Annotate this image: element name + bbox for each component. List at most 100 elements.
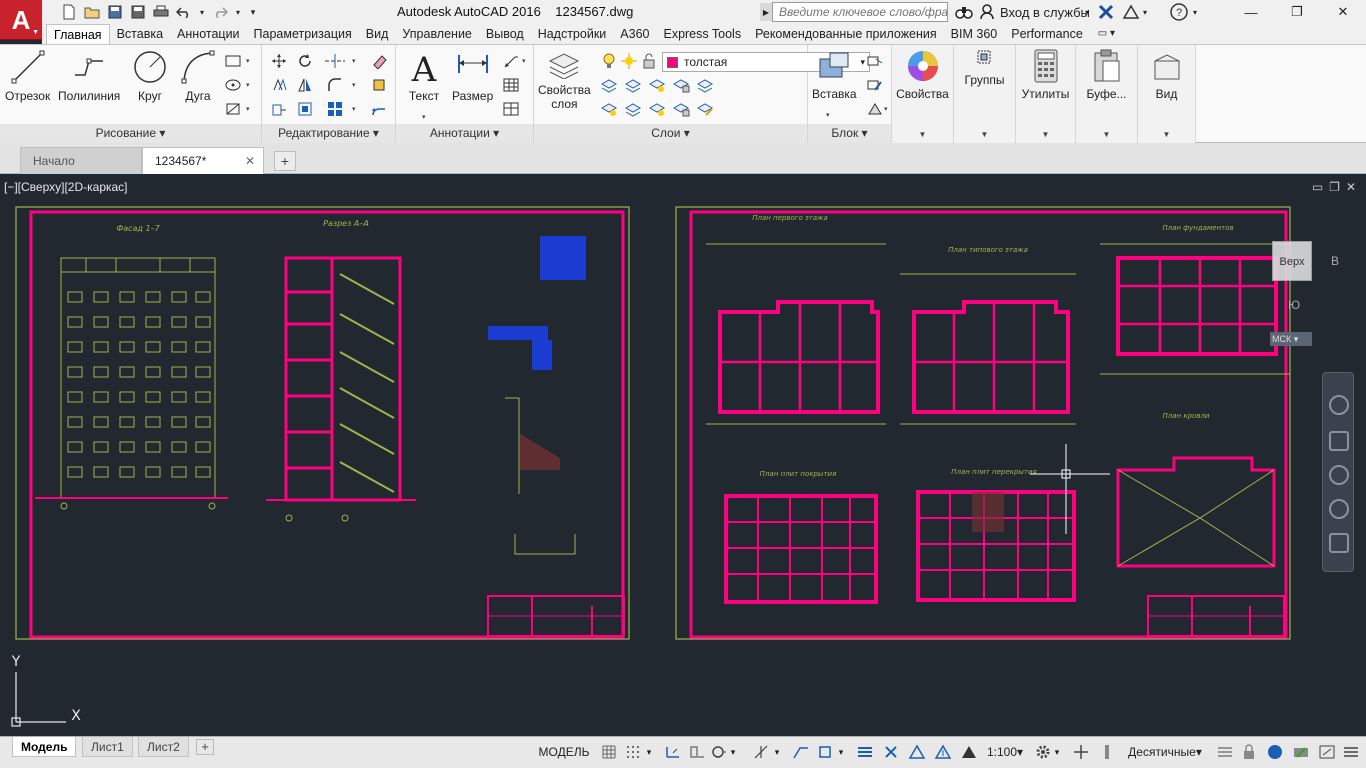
undo-dropdown-icon[interactable]: ▾ <box>197 2 207 22</box>
a360-dropdown-icon[interactable]: ▾ <box>1143 2 1147 22</box>
tab-manage[interactable]: Управление <box>395 24 479 44</box>
search-field[interactable] <box>772 2 948 22</box>
edit-block-icon[interactable] <box>864 75 886 95</box>
osnap-dropdown-icon[interactable]: ▾ <box>836 743 846 761</box>
annotation-monitor-icon[interactable] <box>1072 743 1090 761</box>
layer-tool-9-icon[interactable] <box>670 99 692 119</box>
add-layout-button[interactable]: + <box>196 739 214 755</box>
groups-button[interactable]: Группы <box>954 49 1015 87</box>
exchange-icon[interactable] <box>1098 2 1114 22</box>
insert-block-tool[interactable]: Вставка <box>812 49 857 101</box>
tab-insert[interactable]: Вставка <box>110 24 170 44</box>
redo-dropdown-icon[interactable]: ▾ <box>233 2 243 22</box>
steering-wheel-icon[interactable] <box>1329 395 1349 415</box>
stretch-icon[interactable] <box>268 99 290 119</box>
layer-tool-5-icon[interactable] <box>694 75 716 95</box>
isometric-drafting-icon[interactable] <box>792 743 810 761</box>
user-icon[interactable] <box>980 2 994 22</box>
block-attributes-dropdown-icon[interactable]: ▾ <box>884 105 888 113</box>
layer-tool-4-icon[interactable] <box>670 75 692 95</box>
auto-scale-icon[interactable] <box>934 743 952 761</box>
customization-menu-icon[interactable] <box>1342 743 1360 761</box>
tab-performance[interactable]: Performance <box>1004 24 1090 44</box>
gradient-dropdown-icon[interactable]: ▾ <box>246 105 250 113</box>
tab-annotate[interactable]: Аннотации <box>170 24 246 44</box>
binoculars-icon[interactable] <box>955 2 973 22</box>
search-expand-icon[interactable]: ▶ <box>760 3 772 21</box>
annotation-scale-icon[interactable] <box>960 743 978 761</box>
layer-tool-7-icon[interactable] <box>622 99 644 119</box>
model-space-toggle[interactable]: МОДЕЛЬ <box>536 741 592 763</box>
panel-layers-title[interactable]: Слои ▾ <box>534 124 807 143</box>
layer-on-icon[interactable] <box>598 51 620 71</box>
erase-icon[interactable] <box>368 51 390 71</box>
help-icon[interactable]: ? <box>1170 2 1188 22</box>
polyline-tool[interactable]: Полилиния <box>58 49 120 103</box>
hatch-icon[interactable] <box>222 75 244 95</box>
file-tab-close-icon[interactable]: ✕ <box>245 148 255 174</box>
workspace-gear-icon[interactable] <box>1034 743 1052 761</box>
polar-tracking-icon[interactable] <box>752 743 770 761</box>
showmotion-icon[interactable] <box>1329 533 1349 553</box>
properties-button[interactable]: Свойства <box>892 49 953 101</box>
mirror-icon[interactable] <box>294 75 316 95</box>
viewcube-west-label[interactable]: В <box>1331 254 1339 268</box>
panel-block-title[interactable]: Блок ▾ <box>808 124 891 143</box>
panel-utilities[interactable]: Утилиты ▼ <box>1016 45 1076 143</box>
workspace-dropdown-icon[interactable]: ▾ <box>1052 743 1062 761</box>
sign-in-dropdown-icon[interactable]: ▾ <box>1085 2 1089 22</box>
layer-properties-tool[interactable]: Свойства слоя <box>538 49 591 111</box>
object-snap-tracking-icon[interactable] <box>816 743 834 761</box>
panel-clipboard[interactable]: Буфе... ▼ <box>1076 45 1138 143</box>
wcs-dropdown[interactable]: МСК ▾ <box>1270 332 1312 346</box>
view-button[interactable]: Вид <box>1138 49 1195 101</box>
open-file-icon[interactable] <box>82 2 102 22</box>
units-icon[interactable] <box>1098 743 1116 761</box>
tab-express-tools[interactable]: Express Tools <box>656 24 748 44</box>
snap-dropdown-icon[interactable]: ▾ <box>644 743 654 761</box>
application-menu-button[interactable]: A ▼ <box>0 0 42 40</box>
save-icon[interactable] <box>105 2 125 22</box>
panel-modify-title[interactable]: Редактирование ▾ <box>262 124 395 143</box>
markup-icon[interactable] <box>500 99 522 119</box>
move-icon[interactable] <box>268 51 290 71</box>
snap-icon[interactable] <box>624 743 642 761</box>
dynamic-input-icon[interactable] <box>688 743 706 761</box>
text-tool[interactable]: A Текст <box>406 49 442 103</box>
tab-view[interactable]: Вид <box>359 24 396 44</box>
tab-addins[interactable]: Надстройки <box>531 24 614 44</box>
new-file-icon[interactable] <box>59 2 79 22</box>
viewcube-south-label[interactable]: Ю <box>1288 298 1300 312</box>
fillet-dropdown-icon[interactable]: ▾ <box>352 81 356 89</box>
layer-tool-10-icon[interactable] <box>694 99 716 119</box>
tab-featured-apps[interactable]: Рекомендованные приложения <box>748 24 944 44</box>
array-icon[interactable] <box>324 99 346 119</box>
layer-lock-icon[interactable] <box>638 51 660 71</box>
a360-icon[interactable] <box>1122 2 1140 22</box>
panel-annotation-title[interactable]: Аннотации ▾ <box>396 124 533 143</box>
drawing-canvas[interactable]: [−][Сверху][2D-каркас] ▭ ❐ ✕ Фасад 1–7 Р… <box>0 174 1366 736</box>
layout-tab-sheet1[interactable]: Лист1 <box>82 737 133 757</box>
lock-ui-icon[interactable] <box>1240 743 1258 761</box>
fillet-icon[interactable] <box>324 75 346 95</box>
units-dropdown[interactable]: Десятичные ▾ <box>1120 741 1210 763</box>
insert-dropdown-icon[interactable]: ▾ <box>826 111 830 119</box>
polar-dropdown-icon[interactable]: ▾ <box>728 743 738 761</box>
utilities-button[interactable]: Утилиты <box>1016 49 1075 101</box>
infer-constraints-icon[interactable] <box>664 743 682 761</box>
sign-in-button[interactable]: Вход в службы <box>1000 2 1090 22</box>
quick-properties-icon[interactable] <box>1216 743 1234 761</box>
layer-freeze-icon[interactable] <box>618 51 640 71</box>
panel-view[interactable]: Вид ▼ <box>1138 45 1196 143</box>
panel-draw-title[interactable]: Рисование ▾ <box>0 124 261 143</box>
gradient-icon[interactable] <box>222 99 244 119</box>
zoom-extents-icon[interactable] <box>1329 465 1349 485</box>
pan-icon[interactable] <box>1329 431 1349 451</box>
annotation-scale-dropdown[interactable]: 1:100 ▾ <box>982 741 1028 763</box>
layer-tool-1-icon[interactable] <box>598 75 620 95</box>
lineweight-icon[interactable] <box>856 743 874 761</box>
new-tab-button[interactable]: + <box>274 151 296 171</box>
explode-icon[interactable] <box>368 75 390 95</box>
arc-tool[interactable]: Дуга <box>180 49 216 103</box>
table-icon[interactable] <box>500 75 522 95</box>
